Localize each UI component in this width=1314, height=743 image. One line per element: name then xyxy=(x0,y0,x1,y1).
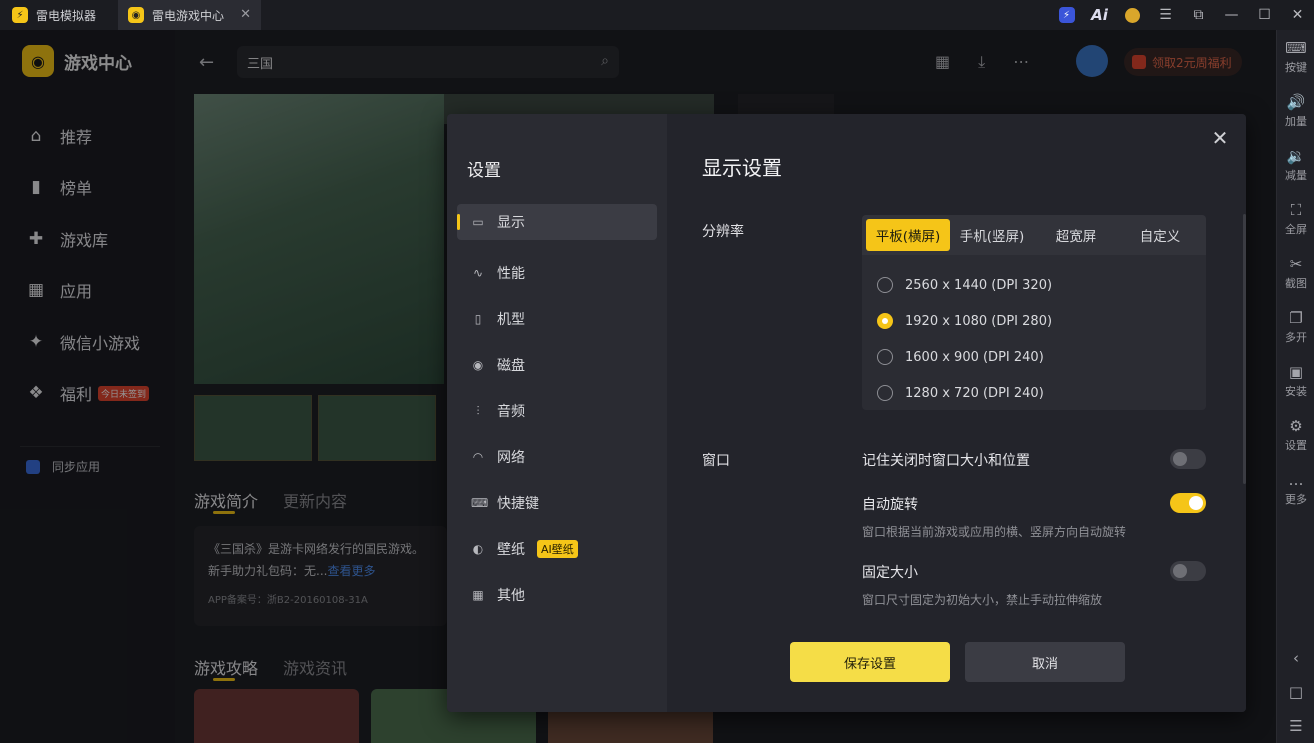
screenshot-button[interactable]: ✂ 截图 xyxy=(1277,246,1314,300)
volume-down-button[interactable]: 🔉 减量 xyxy=(1277,138,1314,192)
cancel-button[interactable]: 取消 xyxy=(965,642,1125,682)
home-icon[interactable]: □ xyxy=(1277,675,1314,709)
radio-button[interactable] xyxy=(877,277,893,293)
resolution-option[interactable]: 2560 x 1440 (DPI 320) xyxy=(877,267,1052,303)
close-icon[interactable]: ✕ xyxy=(1208,126,1232,150)
settings-item-wallpaper[interactable]: ◐ 壁纸 AI壁纸 xyxy=(457,526,657,572)
phone-icon: ▯ xyxy=(474,312,482,326)
auto-rotate-toggle[interactable] xyxy=(1170,493,1206,513)
settings-item-display[interactable]: ▭ 显示 xyxy=(457,204,657,240)
coin-icon[interactable] xyxy=(1116,0,1149,30)
install-button[interactable]: ▣ 安装 xyxy=(1277,354,1314,408)
right-toolbar: ⌨ 按键 🔊 加量 🔉 减量 ⛶ 全屏 ✂ 截图 ❐ 多开 ▣ 安装 ⚙ 设置 … 更多 ‹ □ … xyxy=(1276,30,1314,743)
settings-dialog: 设置 ▭ 显示 ∿ 性能 ▯ 机型 ◉ 磁盘 ⫶ 音频 ◠ 网络 ⌨ 快捷键 ◐… xyxy=(447,114,1246,712)
multi-window-icon: ❐ xyxy=(1289,308,1303,327)
multi-instance-button[interactable]: ❐ 多开 xyxy=(1277,300,1314,354)
more-button[interactable]: … 更多 xyxy=(1277,462,1314,516)
ai-wallpaper-badge: AI壁纸 xyxy=(537,540,578,558)
window-label: 窗口 xyxy=(702,453,730,469)
tab-close-icon[interactable]: ✕ xyxy=(240,7,251,22)
settings-item-shortcuts[interactable]: ⌨ 快捷键 xyxy=(457,480,657,526)
tab-emulator[interactable]: ⚡ 雷电模拟器 xyxy=(0,0,106,30)
recents-icon[interactable]: ☰ xyxy=(1277,709,1314,743)
setting-description: 窗口根据当前游戏或应用的横、竖屏方向自动旋转 xyxy=(862,525,1127,539)
ai-icon[interactable]: Ai xyxy=(1083,0,1116,30)
settings-title: 设置 xyxy=(467,161,501,181)
tab-ultrawide[interactable]: 超宽屏 xyxy=(1034,219,1118,251)
disk-icon: ◉ xyxy=(472,358,484,372)
fullscreen-icon: ⛶ xyxy=(1290,200,1302,219)
panel-title: 显示设置 xyxy=(702,156,782,180)
window-controls: ⚡ Ai ☰ ⧉ — ☐ ✕ xyxy=(1050,0,1314,30)
settings-item-device-model[interactable]: ▯ 机型 xyxy=(457,296,657,342)
settings-item-other[interactable]: ▦ 其他 xyxy=(457,572,657,618)
settings-item-audio[interactable]: ⫶ 音频 xyxy=(457,388,657,434)
tab-phone-portrait[interactable]: 手机(竖屏) xyxy=(950,219,1034,251)
fixed-size-toggle[interactable] xyxy=(1170,561,1206,581)
close-icon[interactable]: ✕ xyxy=(1281,0,1314,30)
emulator-logo-icon: ⚡ xyxy=(12,7,28,23)
remember-window-toggle[interactable] xyxy=(1170,449,1206,469)
tab-label: 雷电游戏中心 xyxy=(152,8,225,23)
setting-remember-window: 记住关闭时窗口大小和位置 xyxy=(862,449,1206,470)
scissors-icon: ✂ xyxy=(1289,254,1303,273)
resolution-label: 分辨率 xyxy=(702,224,744,240)
wifi-icon: ◠ xyxy=(472,450,484,464)
keyboard-icon: ⌨ xyxy=(471,496,489,510)
resolution-option[interactable]: 1600 x 900 (DPI 240) xyxy=(877,339,1052,375)
maximize-icon[interactable]: ☐ xyxy=(1248,0,1281,30)
performance-icon: ∿ xyxy=(472,266,484,280)
minimize-icon[interactable]: — xyxy=(1215,0,1248,30)
settings-button[interactable]: ⚙ 设置 xyxy=(1277,408,1314,462)
volume-down-icon: 🔉 xyxy=(1286,146,1306,165)
back-icon[interactable]: ‹ xyxy=(1277,641,1314,675)
settings-item-performance[interactable]: ∿ 性能 xyxy=(457,250,657,296)
game-center-logo-icon: ◉ xyxy=(128,7,145,23)
gear-icon: ⚙ xyxy=(1289,416,1303,435)
resolution-tabs: 平板(横屏) 手机(竖屏) 超宽屏 自定义 xyxy=(862,215,1206,255)
volume-up-button[interactable]: 🔊 加量 xyxy=(1277,84,1314,138)
setting-fixed-size: 固定大小 窗口尺寸固定为初始大小，禁止手动拉伸缩放 xyxy=(862,561,1206,608)
resolution-option[interactable]: 1280 x 720 (DPI 240) xyxy=(877,375,1052,411)
settings-item-network[interactable]: ◠ 网络 xyxy=(457,434,657,480)
grid-icon: ▦ xyxy=(472,588,484,602)
popout-icon[interactable]: ⧉ xyxy=(1182,0,1215,30)
keyboard-icon: ⌨ xyxy=(1285,38,1307,57)
volume-up-icon: 🔊 xyxy=(1286,92,1306,111)
resolution-options: 2560 x 1440 (DPI 320) 1920 x 1080 (DPI 2… xyxy=(877,267,1052,411)
tab-custom[interactable]: 自定义 xyxy=(1118,219,1202,251)
tab-game-center[interactable]: ◉ 雷电游戏中心 ✕ xyxy=(118,0,262,30)
radio-button[interactable] xyxy=(877,385,893,401)
more-icon: … xyxy=(1288,470,1304,489)
save-button[interactable]: 保存设置 xyxy=(790,642,950,682)
settings-panel: ✕ 显示设置 分辨率 平板(横屏) 手机(竖屏) 超宽屏 自定义 2560 x … xyxy=(667,114,1246,712)
lightning-icon[interactable]: ⚡ xyxy=(1050,0,1083,30)
tab-label: 雷电模拟器 xyxy=(36,8,97,23)
settings-menu: ▭ 显示 ∿ 性能 ▯ 机型 ◉ 磁盘 ⫶ 音频 ◠ 网络 ⌨ 快捷键 ◐ 壁纸… xyxy=(457,204,657,618)
settings-item-disk[interactable]: ◉ 磁盘 xyxy=(457,342,657,388)
resolution-box: 平板(横屏) 手机(竖屏) 超宽屏 自定义 2560 x 1440 (DPI 3… xyxy=(862,215,1206,410)
fullscreen-button[interactable]: ⛶ 全屏 xyxy=(1277,192,1314,246)
title-bar: ⚡ 雷电模拟器 ◉ 雷电游戏中心 ✕ ⚡ Ai ☰ ⧉ — ☐ ✕ xyxy=(0,0,1314,30)
radio-button-selected[interactable] xyxy=(877,313,893,329)
android-nav: ‹ □ ☰ xyxy=(1277,641,1314,743)
setting-name: 固定大小 xyxy=(862,565,918,581)
setting-name: 记住关闭时窗口大小和位置 xyxy=(862,453,1030,469)
keymap-button[interactable]: ⌨ 按键 xyxy=(1277,30,1314,84)
setting-name: 自动旋转 xyxy=(862,497,918,513)
monitor-icon: ▭ xyxy=(472,215,484,229)
palette-icon: ◐ xyxy=(472,542,484,556)
setting-description: 窗口尺寸固定为初始大小，禁止手动拉伸缩放 xyxy=(862,593,1103,607)
resolution-option[interactable]: 1920 x 1080 (DPI 280) xyxy=(877,303,1052,339)
tab-tablet-landscape[interactable]: 平板(横屏) xyxy=(866,219,950,251)
audio-icon: ⫶ xyxy=(476,403,480,418)
menu-icon[interactable]: ☰ xyxy=(1149,0,1182,30)
settings-sidebar: 设置 ▭ 显示 ∿ 性能 ▯ 机型 ◉ 磁盘 ⫶ 音频 ◠ 网络 ⌨ 快捷键 ◐… xyxy=(447,114,667,712)
radio-button[interactable] xyxy=(877,349,893,365)
install-icon: ▣ xyxy=(1288,362,1304,381)
scrollbar[interactable] xyxy=(1243,214,1246,484)
setting-auto-rotate: 自动旋转 窗口根据当前游戏或应用的横、竖屏方向自动旋转 xyxy=(862,493,1206,540)
